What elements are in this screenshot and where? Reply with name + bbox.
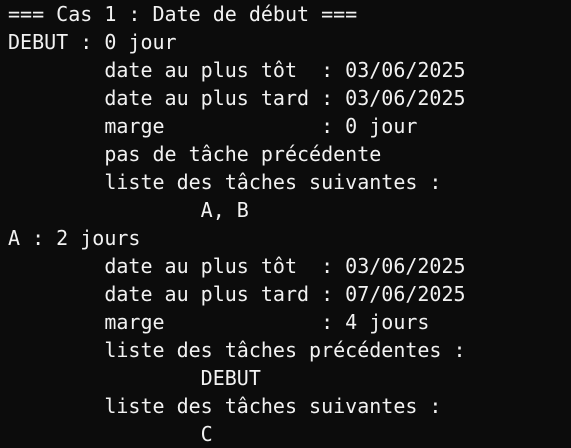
task-a-predecessors-label: liste des tâches précédentes : [8,338,466,362]
task-a-successors-list: C [8,422,213,446]
terminal-window[interactable]: === Cas 1 : Date de début === DEBUT : 0 … [0,0,571,448]
task-debut-no-predecessor: pas de tâche précédente [8,142,382,166]
task-a-latest-date: date au plus tard : 07/06/2025 [8,282,466,306]
task-debut-successors-label: liste des tâches suivantes : [8,170,442,194]
task-debut-successors-list: A, B [8,198,249,222]
task-debut-latest-date: date au plus tard : 03/06/2025 [8,86,466,110]
task-a-margin: marge : 4 jours [8,310,430,334]
task-debut-header: DEBUT : 0 jour [8,30,177,54]
task-debut-margin: marge : 0 jour [8,114,418,138]
section-header: === Cas 1 : Date de début === [8,2,358,26]
task-a-predecessors-list: DEBUT [8,366,261,390]
task-a-earliest-date: date au plus tôt : 03/06/2025 [8,254,466,278]
task-a-successors-label: liste des tâches suivantes : [8,394,442,418]
task-debut-earliest-date: date au plus tôt : 03/06/2025 [8,58,466,82]
task-a-header: A : 2 jours [8,226,141,250]
